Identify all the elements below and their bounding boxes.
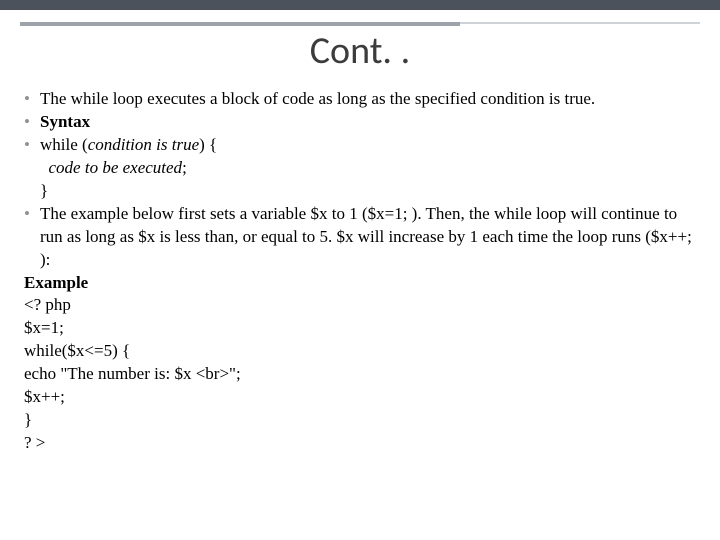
bullet-2-text: Syntax bbox=[40, 111, 700, 134]
top-bar-gap bbox=[0, 10, 720, 13]
slide-body: • The while loop executes a block of cod… bbox=[24, 88, 700, 455]
bullet-dot-icon: • bbox=[24, 111, 40, 134]
bullet-1: • The while loop executes a block of cod… bbox=[24, 88, 700, 111]
bullet-4-text: The example below first sets a variable … bbox=[40, 203, 700, 272]
bullet-3-post: ) { bbox=[199, 135, 217, 154]
code-line-2: $x=1; bbox=[24, 317, 700, 340]
bullet-3: • while (condition is true) { bbox=[24, 134, 700, 157]
title-underline-thick bbox=[20, 22, 460, 26]
code-line-7: ? > bbox=[24, 432, 700, 455]
bullet-3-pre: while ( bbox=[40, 135, 88, 154]
bullet-2: • Syntax bbox=[24, 111, 700, 134]
code-line-6: } bbox=[24, 409, 700, 432]
bullet-3-cond: condition is true bbox=[88, 135, 199, 154]
slide: Cont. . • The while loop executes a bloc… bbox=[0, 0, 720, 540]
code-line-3: while($x<=5) { bbox=[24, 340, 700, 363]
bullet-3-line3: } bbox=[24, 180, 700, 203]
code-line-5: $x++; bbox=[24, 386, 700, 409]
bullet-dot-icon: • bbox=[24, 203, 40, 226]
example-label: Example bbox=[24, 272, 700, 295]
bullet-4: • The example below first sets a variabl… bbox=[24, 203, 700, 272]
code-line-1: <? php bbox=[24, 294, 700, 317]
bullet-dot-icon: • bbox=[24, 134, 40, 157]
top-bar-dark bbox=[0, 0, 720, 10]
bullet-3-line2-text: code to be executed bbox=[49, 158, 183, 177]
bullet-3-line2: code to be executed; bbox=[24, 157, 700, 180]
bullet-3-text: while (condition is true) { bbox=[40, 134, 700, 157]
slide-title: Cont. . bbox=[0, 28, 720, 74]
bullet-1-text: The while loop executes a block of code … bbox=[40, 88, 700, 111]
bullet-3-line2-post: ; bbox=[182, 158, 187, 177]
bullet-dot-icon: • bbox=[24, 88, 40, 111]
code-line-4: echo "The number is: $x <br>"; bbox=[24, 363, 700, 386]
